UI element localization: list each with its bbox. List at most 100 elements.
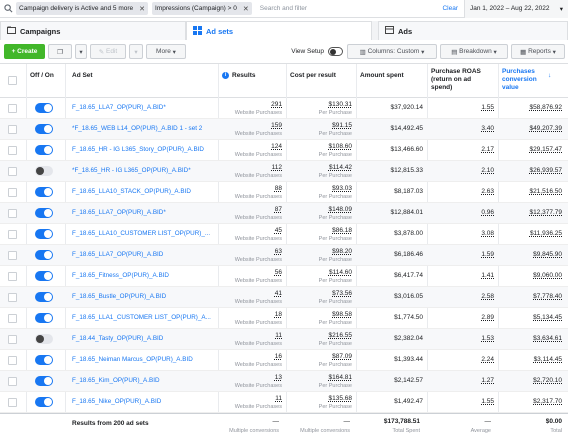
pcv-value[interactable]: $49,207.39 bbox=[529, 125, 562, 132]
clear-filters-link[interactable]: Clear bbox=[442, 5, 458, 12]
cpr-value[interactable]: $98.58 bbox=[332, 311, 352, 318]
tab-adsets[interactable]: Ad sets bbox=[186, 21, 372, 40]
results-value[interactable]: 124 bbox=[271, 143, 282, 150]
cpr-value[interactable]: $114.60 bbox=[329, 269, 352, 276]
column-header-cpr[interactable]: Cost per result bbox=[290, 64, 336, 98]
roas-value[interactable]: 0.96 bbox=[481, 209, 494, 216]
table-row[interactable]: F_18.65_LLA7_OP(PUR)_A.BID* 291 Website Pu… bbox=[0, 98, 568, 119]
delivery-toggle[interactable] bbox=[35, 103, 53, 113]
row-checkbox[interactable] bbox=[8, 209, 17, 218]
table-row[interactable]: F_18.65_Neiman Marcus_OP(PUR)_A.BID 16 Web… bbox=[0, 350, 568, 371]
delivery-toggle[interactable] bbox=[35, 250, 53, 260]
row-checkbox[interactable] bbox=[8, 104, 17, 113]
tab-ads[interactable]: Ads bbox=[378, 21, 568, 40]
row-checkbox[interactable] bbox=[8, 230, 17, 239]
delivery-toggle[interactable] bbox=[35, 292, 53, 302]
adset-name-link[interactable]: F_18.65_LLA10_CUSTOMER LIST_OP(PUR)_... bbox=[72, 230, 210, 237]
cpr-value[interactable]: $98.20 bbox=[332, 248, 352, 255]
cpr-value[interactable]: $130.31 bbox=[329, 101, 353, 108]
delivery-toggle[interactable] bbox=[35, 124, 53, 134]
row-checkbox[interactable] bbox=[8, 188, 17, 197]
adset-name-link[interactable]: F_18.65_LLA7_OP(PUR)_A.BID* bbox=[72, 104, 166, 111]
cpr-value[interactable]: $114.42 bbox=[329, 164, 352, 171]
results-value[interactable]: 11 bbox=[275, 332, 282, 339]
delivery-toggle[interactable] bbox=[35, 229, 53, 239]
cpr-value[interactable]: $93.03 bbox=[332, 185, 352, 192]
row-checkbox[interactable] bbox=[8, 356, 17, 365]
table-row[interactable]: *F_18.65_HR - IG L365_OP(PUR)_A.BID* 112 W… bbox=[0, 161, 568, 182]
sort-desc-icon[interactable]: ↓ bbox=[548, 64, 551, 98]
row-checkbox[interactable] bbox=[8, 377, 17, 386]
pcv-value[interactable]: $2,720.10 bbox=[533, 377, 562, 384]
delivery-toggle[interactable] bbox=[35, 376, 53, 386]
pcv-value[interactable]: $58,876.92 bbox=[529, 104, 562, 111]
pcv-value[interactable]: $5,134.45 bbox=[533, 314, 562, 321]
delivery-toggle[interactable] bbox=[35, 334, 53, 344]
table-row[interactable]: F_18.65_Kim_OP(PUR)_A.BID 13 Website Purch… bbox=[0, 371, 568, 392]
view-setup[interactable]: View Setup bbox=[291, 47, 343, 56]
results-value[interactable]: 16 bbox=[275, 353, 282, 360]
row-checkbox[interactable] bbox=[8, 251, 17, 260]
pcv-value[interactable]: $12,377.79 bbox=[529, 209, 562, 216]
pcv-value[interactable]: $21,516.50 bbox=[529, 188, 562, 195]
roas-value[interactable]: 1.27 bbox=[481, 377, 494, 384]
table-row[interactable]: F_18.65_LLA10_CUSTOMER LIST_OP(PUR)_... 4… bbox=[0, 224, 568, 245]
adset-name-link[interactable]: F_18.65_Neiman Marcus_OP(PUR)_A.BID bbox=[72, 356, 193, 363]
table-row[interactable]: F_18.65_Fitness_OP(PUR)_A.BID 56 Website P… bbox=[0, 266, 568, 287]
roas-value[interactable]: 2.10 bbox=[481, 167, 494, 174]
row-checkbox[interactable] bbox=[8, 125, 17, 134]
table-row[interactable]: F_18.65_LLA7_OP(PUR)_A.BID 63 Website Purc… bbox=[0, 245, 568, 266]
duplicate-menu-button[interactable]: ▾ bbox=[75, 44, 87, 59]
duplicate-button[interactable]: ❐ bbox=[48, 44, 72, 59]
pcv-value[interactable]: $2,317.70 bbox=[533, 398, 562, 405]
table-row[interactable]: F_18.65_LLA10_STACK_OP(PUR)_A.BID 88 Websi… bbox=[0, 182, 568, 203]
column-header-offon[interactable]: Off / On bbox=[30, 64, 54, 98]
filter-chip-delivery[interactable]: Campaign delivery is Active and 5 more ✕ bbox=[16, 2, 149, 15]
adset-name-link[interactable]: F_18.65_LLA10_STACK_OP(PUR)_A.BID bbox=[72, 188, 191, 195]
select-all-checkbox[interactable] bbox=[8, 76, 17, 85]
adset-name-link[interactable]: F_18.65_Fitness_OP(PUR)_A.BID bbox=[72, 272, 169, 279]
table-row[interactable]: F_18.65_Nike_OP(PUR)_A.BID 11 Website Purc… bbox=[0, 392, 568, 413]
column-header-pcv[interactable]: Purchases conversion value bbox=[502, 64, 548, 98]
cpr-value[interactable]: $73.56 bbox=[332, 290, 352, 297]
pcv-value[interactable]: $9,845.90 bbox=[533, 251, 562, 258]
table-row[interactable]: F_18.65_Bustle_OP(PUR)_A.BID 41 Website Pu… bbox=[0, 287, 568, 308]
results-value[interactable]: 159 bbox=[271, 122, 282, 129]
row-checkbox[interactable] bbox=[8, 146, 17, 155]
cpr-value[interactable]: $91.15 bbox=[332, 122, 352, 129]
row-checkbox[interactable] bbox=[8, 398, 17, 407]
roas-value[interactable]: 1.55 bbox=[481, 398, 494, 405]
results-value[interactable]: 11 bbox=[275, 395, 282, 402]
breakdown-button[interactable]: ▤ Breakdown ▾ bbox=[440, 44, 508, 59]
more-button[interactable]: More ▾ bbox=[146, 44, 186, 59]
roas-value[interactable]: 3.08 bbox=[481, 230, 494, 237]
roas-value[interactable]: 2.24 bbox=[481, 356, 494, 363]
adset-name-link[interactable]: F_18.65_LLA1_CUSTOMER LIST_OP(PUR)_A... bbox=[72, 314, 211, 321]
view-setup-toggle[interactable] bbox=[328, 47, 343, 56]
delivery-toggle[interactable] bbox=[35, 355, 53, 365]
table-row[interactable]: F_18.65_LLA1_CUSTOMER LIST_OP(PUR)_A... 1… bbox=[0, 308, 568, 329]
roas-value[interactable]: 2.63 bbox=[481, 188, 494, 195]
roas-value[interactable]: 2.17 bbox=[481, 146, 494, 153]
delivery-toggle[interactable] bbox=[35, 166, 53, 176]
table-row[interactable]: F_18.65_LLA7_OP(PUR)_A.BID* 87 Website Pur… bbox=[0, 203, 568, 224]
results-value[interactable]: 18 bbox=[275, 311, 282, 318]
adset-name-link[interactable]: F_18.65_HR - IG L365_Story_OP(PUR)_A.BID bbox=[72, 146, 204, 153]
pcv-value[interactable]: $7,778.40 bbox=[533, 293, 562, 300]
cpr-value[interactable]: $108.60 bbox=[329, 143, 353, 150]
column-header-spent[interactable]: Amount spent bbox=[360, 64, 404, 98]
delivery-toggle[interactable] bbox=[35, 208, 53, 218]
tab-campaigns[interactable]: Campaigns bbox=[0, 21, 186, 40]
adset-name-link[interactable]: F_18.65_LLA7_OP(PUR)_A.BID bbox=[72, 251, 163, 258]
results-value[interactable]: 88 bbox=[275, 185, 282, 192]
results-value[interactable]: 56 bbox=[275, 269, 282, 276]
roas-value[interactable]: 3.40 bbox=[481, 125, 494, 132]
pcv-value[interactable]: $11,936.25 bbox=[530, 230, 562, 237]
table-row[interactable]: F_18.65_HR - IG L365_Story_OP(PUR)_A.BID… bbox=[0, 140, 568, 161]
delivery-toggle[interactable] bbox=[35, 313, 53, 323]
reports-button[interactable]: ▦ Reports ▾ bbox=[511, 44, 565, 59]
columns-button[interactable]: ▥ Columns: Custom ▾ bbox=[347, 44, 437, 59]
adset-name-link[interactable]: F_18.65_Bustle_OP(PUR)_A.BID bbox=[72, 293, 166, 300]
cpr-value[interactable]: $87.09 bbox=[332, 353, 352, 360]
delivery-toggle[interactable] bbox=[35, 145, 53, 155]
